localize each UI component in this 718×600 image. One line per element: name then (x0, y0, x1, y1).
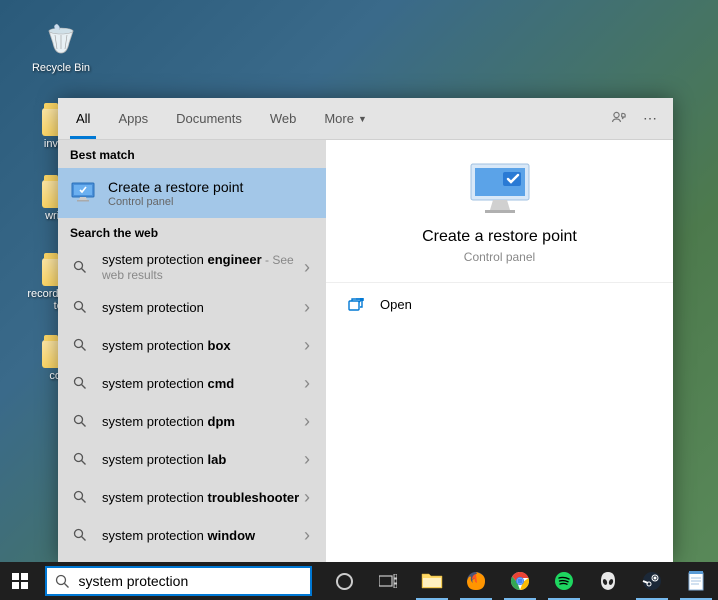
tab-all[interactable]: All (62, 98, 104, 139)
tab-documents[interactable]: Documents (162, 98, 256, 139)
web-result-text: system protection lab (102, 452, 300, 467)
spotify-icon (554, 571, 574, 591)
open-label: Open (380, 297, 412, 312)
web-result-text: system protection (102, 300, 300, 315)
taskbar (0, 562, 718, 600)
taskbar-app-notepad[interactable] (674, 562, 718, 600)
search-icon (70, 487, 90, 507)
search-icon (47, 574, 79, 589)
search-tabs: All Apps Documents Web More ▼ ⋯ (58, 98, 673, 140)
chevron-right-icon[interactable]: › (300, 335, 314, 356)
web-result-text: system protection engineer - See web res… (102, 252, 300, 282)
chevron-right-icon[interactable]: › (300, 257, 314, 278)
taskbar-app-alienware[interactable] (586, 562, 630, 600)
chevron-right-icon[interactable]: › (300, 525, 314, 546)
taskbar-app-firefox[interactable] (454, 562, 498, 600)
more-options-icon[interactable]: ⋯ (643, 110, 657, 127)
web-result-item[interactable]: system protection window› (58, 516, 326, 554)
tab-label: More (324, 111, 354, 126)
notepad-icon (688, 571, 704, 591)
open-action[interactable]: Open (326, 283, 673, 326)
taskbar-app-chrome[interactable] (498, 562, 542, 600)
control-panel-monitor-icon (465, 162, 535, 216)
control-panel-monitor-icon (70, 182, 96, 204)
start-button[interactable] (0, 562, 41, 600)
chevron-right-icon[interactable]: › (300, 449, 314, 470)
tab-label: Apps (118, 111, 148, 126)
web-result-text: system protection dpm (102, 414, 300, 429)
alienware-icon (599, 571, 617, 591)
steam-icon (642, 571, 662, 591)
search-input[interactable] (79, 573, 310, 589)
cortana-icon (336, 573, 353, 590)
best-match-result[interactable]: Create a restore point Control panel (58, 168, 326, 218)
web-result-item[interactable]: system protection engineer - See web res… (58, 246, 326, 288)
taskbar-app-steam[interactable] (630, 562, 674, 600)
recycle-bin-label: Recycle Bin (26, 62, 96, 74)
feedback-icon[interactable] (611, 110, 627, 127)
chrome-icon (510, 571, 530, 591)
preview-title: Create a restore point (422, 228, 577, 246)
search-preview-panel: Create a restore point Control panel Ope… (326, 140, 673, 562)
chevron-down-icon: ▼ (358, 114, 367, 124)
chevron-right-icon[interactable]: › (300, 487, 314, 508)
result-subtitle: Control panel (108, 196, 314, 208)
tab-apps[interactable]: Apps (104, 98, 162, 139)
web-result-item[interactable]: system protection› (58, 288, 326, 326)
best-match-header: Best match (58, 140, 326, 168)
web-result-item[interactable]: system protection cmd› (58, 364, 326, 402)
web-result-text: system protection window (102, 528, 300, 543)
windows-logo-icon (12, 573, 28, 589)
taskbar-app-file-explorer[interactable] (410, 562, 454, 600)
chevron-right-icon[interactable]: › (300, 297, 314, 318)
web-result-item[interactable]: system protection lab› (58, 440, 326, 478)
tab-label: Documents (176, 111, 242, 126)
tab-web[interactable]: Web (256, 98, 311, 139)
search-icon (70, 297, 90, 317)
search-icon (70, 525, 90, 545)
chevron-right-icon[interactable]: › (300, 411, 314, 432)
start-search-panel: All Apps Documents Web More ▼ ⋯ Best matc… (58, 98, 673, 562)
web-result-text: system protection box (102, 338, 300, 353)
chevron-right-icon[interactable]: › (300, 373, 314, 394)
web-result-text: system protection troubleshooter (102, 490, 300, 505)
search-results-list: Best match Create a restore point Contro… (58, 140, 326, 562)
taskbar-app-spotify[interactable] (542, 562, 586, 600)
preview-subtitle: Control panel (464, 250, 535, 264)
tab-more[interactable]: More ▼ (310, 98, 381, 139)
task-view-icon (379, 574, 397, 588)
open-icon (348, 298, 366, 312)
search-icon (70, 411, 90, 431)
firefox-icon (466, 571, 486, 591)
web-result-item[interactable]: system protection box› (58, 326, 326, 364)
recycle-bin-desktop-icon[interactable]: Recycle Bin (26, 18, 96, 74)
tab-label: All (76, 111, 90, 126)
search-icon (70, 335, 90, 355)
task-view-button[interactable] (366, 562, 410, 600)
web-result-item[interactable]: system protection dpm› (58, 402, 326, 440)
taskbar-search-box[interactable] (45, 566, 312, 596)
search-icon (70, 373, 90, 393)
cortana-button[interactable] (322, 562, 366, 600)
search-web-header: Search the web (58, 218, 326, 246)
tab-label: Web (270, 111, 297, 126)
search-icon (70, 449, 90, 469)
recycle-bin-icon (40, 18, 82, 60)
web-result-item[interactable]: system protection troubleshooter› (58, 478, 326, 516)
search-icon (70, 257, 90, 277)
file-explorer-icon (421, 572, 443, 590)
result-title: Create a restore point (108, 179, 314, 195)
web-result-text: system protection cmd (102, 376, 300, 391)
